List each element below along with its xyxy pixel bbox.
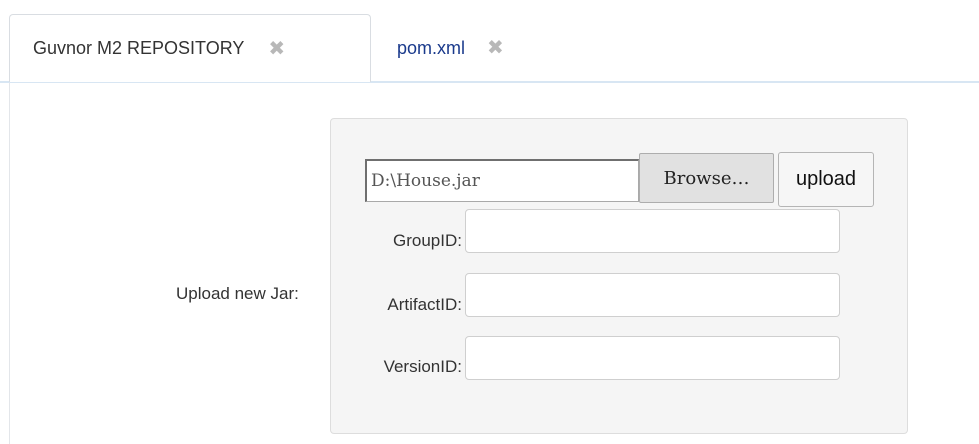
close-icon[interactable]: ✖: [487, 38, 504, 58]
artifact-id-label: ArtifactID:: [387, 295, 462, 314]
tab-pom-xml[interactable]: pom.xml ✖: [371, 14, 571, 82]
group-id-field[interactable]: [465, 209, 840, 253]
close-icon[interactable]: ✖: [268, 39, 285, 59]
page: Guvnor M2 REPOSITORY ✖ pom.xml ✖ Upload …: [0, 0, 979, 444]
content-border: [9, 83, 10, 444]
browse-button[interactable]: Browse…: [639, 153, 774, 203]
tab-bar: Guvnor M2 REPOSITORY ✖ pom.xml ✖: [0, 0, 979, 84]
tab-label: Guvnor M2 REPOSITORY: [33, 38, 245, 58]
tab-label: pom.xml: [397, 37, 466, 58]
artifact-id-field[interactable]: [465, 273, 840, 317]
version-id-field[interactable]: [465, 336, 840, 380]
tab-guvnor-m2-repository[interactable]: Guvnor M2 REPOSITORY ✖: [9, 14, 371, 82]
upload-button[interactable]: upload: [778, 152, 874, 207]
group-id-label: GroupID:: [393, 231, 462, 250]
version-id-label: VersionID:: [383, 357, 462, 376]
file-path-field[interactable]: D:\House.jar: [365, 159, 639, 202]
upload-jar-label: Upload new Jar:: [176, 284, 299, 303]
